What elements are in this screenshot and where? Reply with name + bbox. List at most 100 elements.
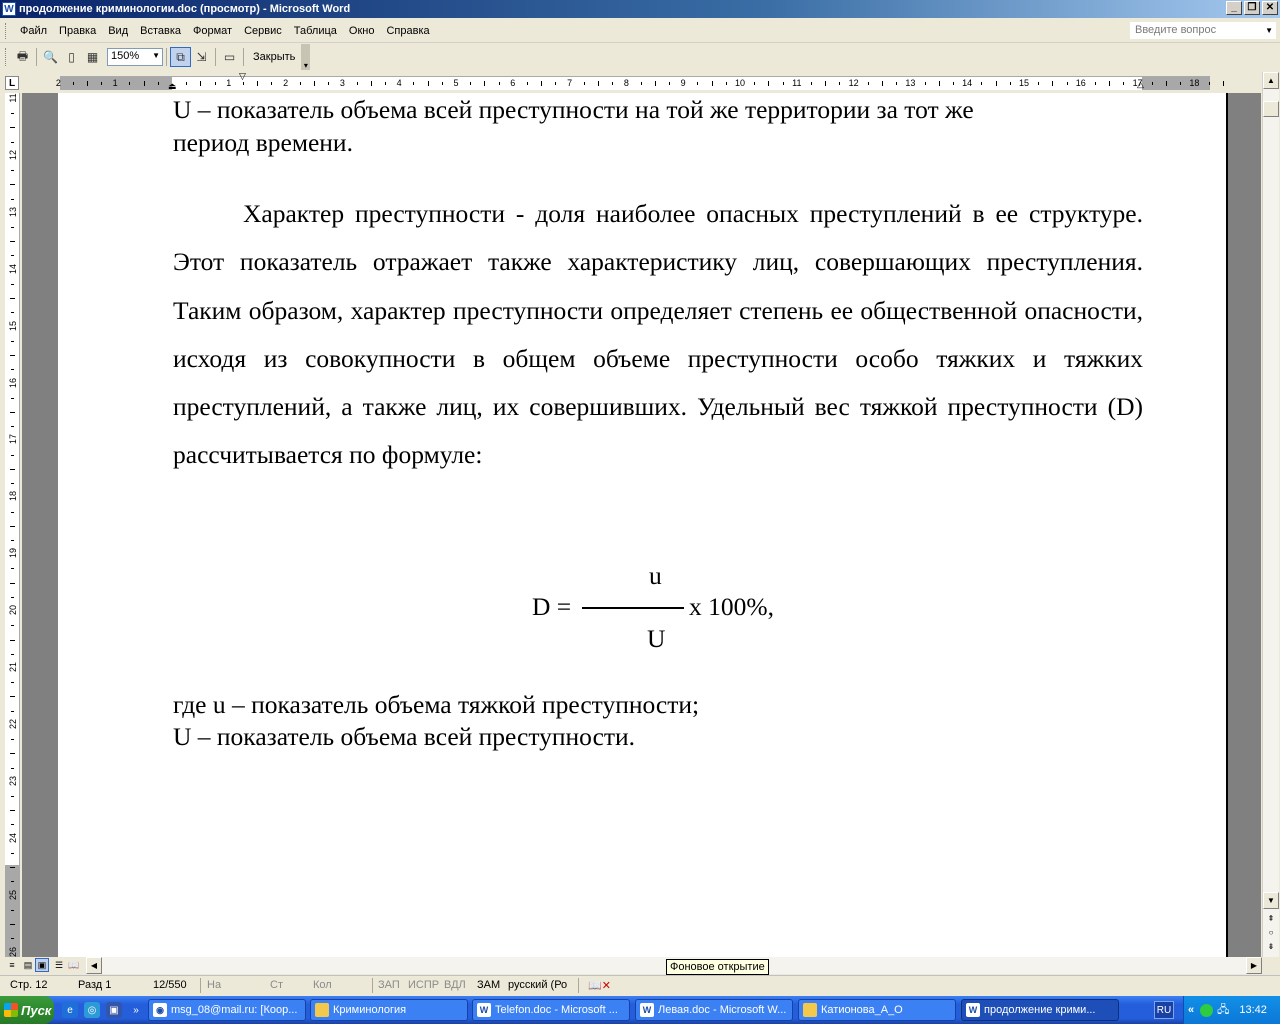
status-pages: 12/550 (153, 979, 187, 991)
ruler-tick (953, 82, 954, 85)
ruler-number: 14 (962, 78, 973, 88)
full-screen-button[interactable]: ▭ (219, 47, 240, 67)
network-status-icon[interactable] (1200, 1003, 1214, 1017)
language-indicator[interactable]: RU (1154, 1001, 1174, 1019)
toolbar-options-icon[interactable]: ▾ (301, 44, 311, 70)
vertical-scrollbar[interactable]: ▲ ▼ ⇞ ○ ⇟ (1262, 72, 1279, 957)
ruler-number: 1 (226, 78, 232, 88)
scroll-down-button[interactable]: ▼ (1263, 892, 1279, 909)
reading-layout-view-icon[interactable]: 📖 (67, 958, 81, 972)
toolbar-grip[interactable] (5, 48, 8, 66)
folder-icon (315, 1003, 329, 1017)
web-layout-view-icon[interactable]: ▤ (21, 958, 35, 972)
status-rec[interactable]: ЗАП (378, 979, 400, 991)
close-preview-button[interactable]: Закрыть (249, 51, 299, 63)
ruler-number: 11 (792, 78, 802, 88)
minimize-button[interactable]: _ (1226, 1, 1242, 15)
ruler-number: 1 (112, 78, 118, 88)
start-button[interactable]: Пуск (0, 996, 54, 1024)
ruler-number: 8 (623, 78, 629, 88)
chevron-down-icon[interactable]: ▼ (152, 51, 160, 60)
text-line: U – показатель объема всей преступности. (173, 722, 636, 751)
print-button[interactable]: 🖶 (12, 47, 33, 67)
first-line-indent-icon[interactable]: ▽ (239, 72, 246, 81)
system-tray: « 🖧 13:42 (1183, 996, 1280, 1024)
taskbar-item[interactable]: W Левая.doc - Microsoft W... (635, 999, 793, 1021)
browser-icon[interactable]: ◎ (84, 1002, 100, 1018)
menu-insert[interactable]: Вставка (134, 23, 187, 39)
normal-view-icon[interactable]: ≡ (5, 958, 19, 972)
ruler-number: 2 (55, 78, 61, 88)
restore-button[interactable]: ❐ (1244, 1, 1260, 15)
ruler-tick (1151, 82, 1153, 85)
tab-selector-button[interactable]: L (5, 76, 19, 90)
taskbar-item[interactable]: ◉ msg_08@mail.ru: [Коор... (148, 999, 306, 1021)
taskbar-item[interactable]: Криминология (310, 999, 468, 1021)
ruler-tick (1123, 82, 1125, 85)
ruler-number: 18 (1189, 78, 1200, 88)
save-icon[interactable]: ▣ (106, 1002, 122, 1018)
outline-view-icon[interactable]: ☰ (52, 958, 66, 972)
menu-table[interactable]: Таблица (288, 23, 343, 39)
multiple-pages-button[interactable]: ▦ (82, 47, 103, 67)
taskbar-item-active[interactable]: W продолжение крими... (961, 999, 1119, 1021)
chevron-down-icon[interactable]: ▼ (1265, 26, 1273, 35)
menu-edit[interactable]: Правка (53, 23, 102, 39)
status-language[interactable]: русский (Ро (508, 979, 567, 991)
menu-file[interactable]: Файл (14, 23, 53, 39)
right-indent-icon[interactable]: △ (1137, 80, 1144, 89)
taskbar-item[interactable]: W Telefon.doc - Microsoft ... (472, 999, 630, 1021)
ruler-tick (11, 767, 14, 769)
show-hidden-icons-icon[interactable]: « (1188, 1004, 1194, 1016)
text-line: период времени. (173, 128, 353, 157)
ask-question-placeholder: Введите вопрос (1135, 24, 1217, 36)
network-connection-icon[interactable]: 🖧 (1217, 1001, 1229, 1020)
menu-tools[interactable]: Сервис (238, 23, 288, 39)
next-page-icon[interactable]: ⇟ (1263, 938, 1279, 955)
menu-format[interactable]: Формат (187, 23, 238, 39)
ruler-tick (257, 81, 259, 86)
ruler-number: 19 (8, 548, 18, 559)
menu-grip[interactable] (5, 22, 8, 39)
status-trk[interactable]: ИСПР (408, 979, 439, 991)
ruler-tick (11, 625, 14, 627)
internet-explorer-icon[interactable]: e (62, 1002, 78, 1018)
status-ovr[interactable]: ЗАМ (477, 979, 500, 991)
document-area[interactable]: U – показатель объема всей преступности … (22, 93, 1261, 957)
ruler-tick (10, 355, 15, 357)
scroll-thumb[interactable] (1263, 101, 1279, 117)
taskbar: Пуск e ◎ ▣ » ◉ msg_08@mail.ru: [Коор... … (0, 996, 1280, 1024)
firefox-icon: ◉ (153, 1003, 167, 1017)
quick-launch-more-icon[interactable]: » (130, 1002, 142, 1018)
menu-help[interactable]: Справка (380, 23, 435, 39)
toolbar-separator (166, 48, 167, 66)
menu-view[interactable]: Вид (102, 23, 134, 39)
vertical-ruler[interactable]: 11 12 13 14 15 16 17 18 19 20 21 22 23 24 25 26 (5, 93, 20, 957)
view-ruler-button[interactable]: ⧉ (170, 47, 191, 67)
close-button[interactable]: ✕ (1262, 1, 1278, 15)
word-icon: W (477, 1003, 491, 1017)
ask-question-input[interactable]: Введите вопрос ▼ (1130, 22, 1276, 39)
print-layout-view-icon[interactable]: ▣ (35, 958, 49, 972)
magnifier-button[interactable]: 🔍 (40, 47, 61, 67)
shrink-to-fit-button[interactable]: ⇲ (191, 47, 212, 67)
one-page-button[interactable]: ▯ (61, 47, 82, 67)
toolbar-separator (243, 48, 244, 66)
ruler-number: 10 (734, 78, 746, 88)
left-indent-icon[interactable]: ⏏ (168, 82, 177, 91)
status-ext[interactable]: ВДЛ (444, 979, 466, 991)
scroll-left-button[interactable]: ◀ (86, 957, 102, 974)
document-page[interactable]: U – показатель объема всей преступности … (58, 93, 1228, 957)
menu-window[interactable]: Окно (343, 23, 381, 39)
horizontal-ruler[interactable]: 2 1 1 2 3 4 5 6 7 8 9 10 11 12 13 14 15 16 17 18 (56, 76, 1224, 90)
ruler-tick (541, 81, 543, 86)
spelling-check-icon[interactable]: 📖✕ (588, 979, 611, 992)
ruler-tick (10, 468, 15, 470)
taskbar-item[interactable]: Катионова_А_О (798, 999, 956, 1021)
ruler-tick (1038, 82, 1040, 85)
scroll-right-button[interactable]: ▶ (1246, 957, 1262, 974)
zoom-select[interactable]: 150% ▼ (107, 48, 163, 66)
ruler-tick (754, 82, 756, 85)
ruler-tick (1066, 82, 1068, 85)
scroll-up-button[interactable]: ▲ (1263, 72, 1279, 89)
